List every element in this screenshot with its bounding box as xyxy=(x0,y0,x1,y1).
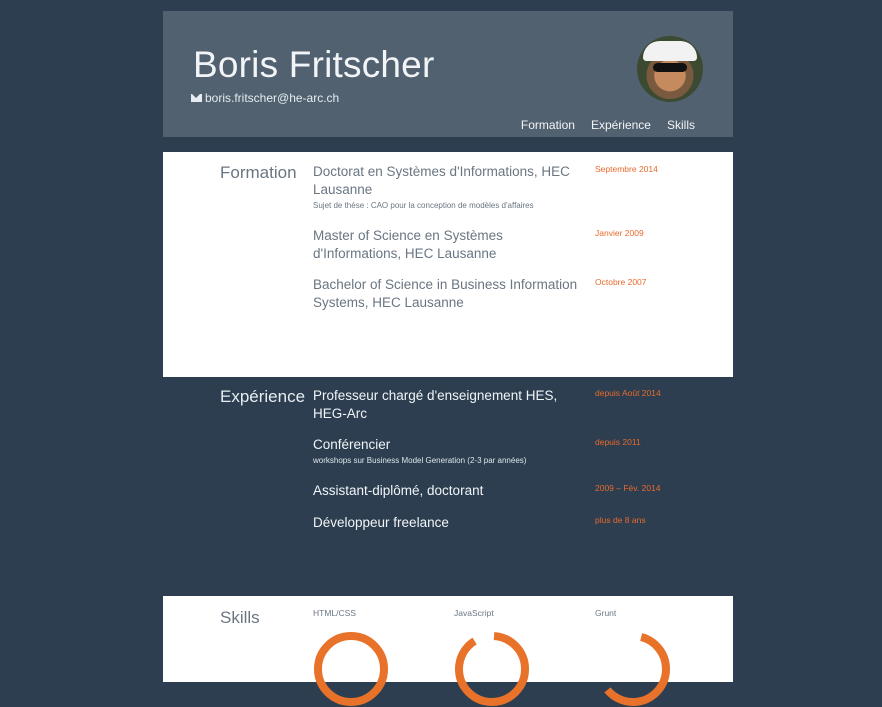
nav-skills[interactable]: Skills xyxy=(667,118,695,132)
experience-item-date: depuis Août 2014 xyxy=(595,388,661,398)
formation-item: Doctorat en Systèmes d'Informations, HEC… xyxy=(313,163,578,210)
formation-item-date: Octobre 2007 xyxy=(595,277,647,287)
formation-item-date: Janvier 2009 xyxy=(595,228,644,238)
skill-label-javascript: JavaScript xyxy=(454,608,494,618)
skill-label-grunt: Grunt xyxy=(595,608,617,618)
experience-item: Professeur chargé d'enseignement HES, HE… xyxy=(313,387,578,423)
top-nav: Formation Expérience Skills xyxy=(521,118,695,132)
experience-item-date: plus de 8 ans xyxy=(595,515,646,525)
experience-item-subtitle: workshops sur Business Model Generation … xyxy=(313,456,527,465)
experience-item-title: Conférencier xyxy=(313,437,391,452)
skill-donut-html-css xyxy=(314,632,388,706)
formation-item-date: Septembre 2014 xyxy=(595,164,658,174)
person-name: Boris Fritscher xyxy=(193,44,435,85)
experience-item: Conférencier workshops sur Business Mode… xyxy=(313,436,578,465)
experience-item-title: Assistant-diplômé, doctorant xyxy=(313,483,484,498)
skill-arc xyxy=(314,632,388,706)
email-text[interactable]: boris.fritscher@he-arc.ch xyxy=(205,91,339,105)
formation-item: Master of Science en Systèmes d'Informat… xyxy=(313,227,578,263)
experience-section: Expérience Professeur chargé d'enseignem… xyxy=(163,377,733,596)
skill-label-html-css: HTML/CSS xyxy=(313,608,356,618)
formation-item: Bachelor of Science in Business Informat… xyxy=(313,276,578,312)
formation-item-title: Master of Science en Systèmes d'Informat… xyxy=(313,228,503,261)
section-title-skills: Skills xyxy=(220,608,260,627)
experience-item: Assistant-diplômé, doctorant xyxy=(313,482,578,500)
experience-item-date: 2009 – Fév. 2014 xyxy=(595,483,661,493)
skill-arc xyxy=(596,632,670,706)
envelope-icon xyxy=(191,94,202,102)
avatar-cap xyxy=(643,41,697,61)
formation-item-title: Bachelor of Science in Business Informat… xyxy=(313,277,578,310)
nav-formation[interactable]: Formation xyxy=(521,118,575,132)
skill-donut-grunt xyxy=(596,632,670,706)
section-title-experience: Expérience xyxy=(220,387,306,406)
experience-item: Développeur freelance xyxy=(313,514,578,532)
email-line[interactable]: boris.fritscher@he-arc.ch xyxy=(191,91,339,105)
skills-section: Skills HTML/CSS JavaScript Grunt xyxy=(163,596,733,706)
formation-section: Formation Doctorat en Systèmes d'Informa… xyxy=(163,152,733,377)
formation-item-title: Doctorat en Systèmes d'Informations, HEC… xyxy=(313,164,570,197)
experience-item-title: Professeur chargé d'enseignement HES, HE… xyxy=(313,388,558,421)
nav-experience[interactable]: Expérience xyxy=(591,118,651,132)
page-header: Boris Fritscher boris.fritscher@he-arc.c… xyxy=(163,11,733,137)
formation-item-subtitle: Sujet de thèse : CAO pour la conception … xyxy=(313,201,534,210)
avatar-glasses xyxy=(653,63,687,72)
skill-arc xyxy=(455,632,529,706)
section-title-formation: Formation xyxy=(220,163,297,182)
skill-donut-javascript xyxy=(455,632,529,706)
avatar xyxy=(637,36,703,102)
experience-item-date: depuis 2011 xyxy=(595,437,641,447)
experience-item-title: Développeur freelance xyxy=(313,515,449,530)
